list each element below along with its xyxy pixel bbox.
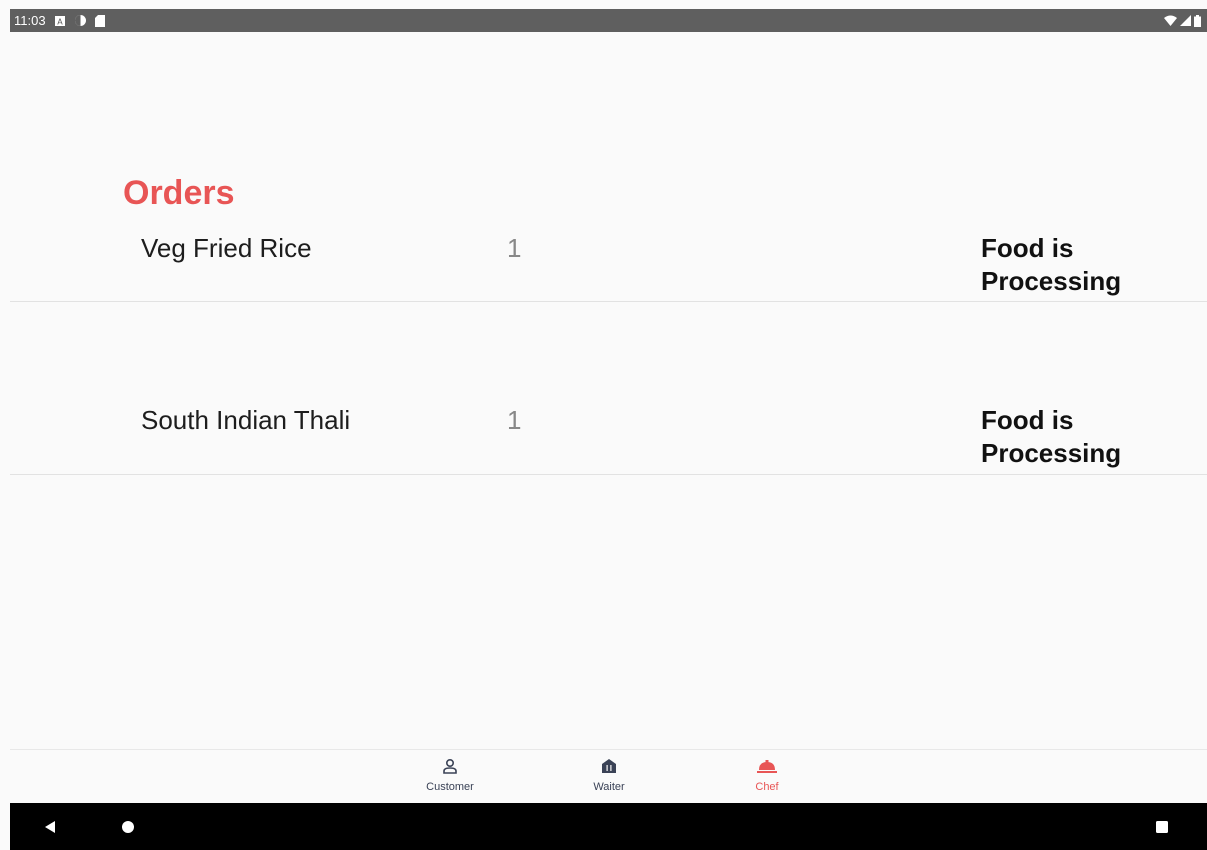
- nav-tab-waiter[interactable]: Waiter: [569, 758, 649, 793]
- svg-text:A: A: [57, 17, 63, 26]
- restaurant-icon: [601, 758, 617, 777]
- signal-icon: [1180, 15, 1191, 26]
- order-row[interactable]: Veg Fried Rice 1 Food is Processing: [10, 232, 1207, 302]
- cloche-icon: [757, 758, 777, 777]
- system-navigation-bar: [10, 803, 1207, 850]
- wifi-icon: [1164, 15, 1177, 26]
- status-right: [1164, 14, 1207, 27]
- data-saver-icon: [74, 14, 87, 27]
- a-notification-icon: A: [54, 15, 66, 27]
- status-left: 11:03 A: [10, 13, 105, 28]
- home-icon[interactable]: [118, 817, 138, 837]
- nav-label-waiter: Waiter: [593, 781, 625, 793]
- recents-icon[interactable]: [1152, 817, 1172, 837]
- order-item-name: Veg Fried Rice: [141, 233, 312, 263]
- main-content: Orders Veg Fried Rice 1 Food is Processi…: [0, 32, 1207, 749]
- nav-tab-customer[interactable]: Customer: [410, 758, 490, 793]
- nav-tab-chef[interactable]: Chef: [727, 758, 807, 793]
- nav-label-customer: Customer: [426, 781, 474, 793]
- order-row[interactable]: South Indian Thali 1 Food is Processing: [10, 404, 1207, 475]
- order-item-status: Food is Processing: [981, 405, 1122, 468]
- bottom-navigation: Customer Waiter Chef: [10, 749, 1207, 804]
- page-title: Orders: [123, 174, 235, 212]
- order-item-status: Food is Processing: [981, 233, 1122, 296]
- order-item-name: South Indian Thali: [141, 405, 351, 435]
- back-icon[interactable]: [40, 817, 60, 837]
- order-item-quantity: 1: [507, 405, 522, 435]
- nav-label-chef: Chef: [755, 781, 779, 793]
- order-item-quantity: 1: [507, 233, 522, 263]
- battery-icon: [1194, 14, 1201, 27]
- status-bar: 11:03 A: [10, 9, 1207, 32]
- sd-card-icon: [94, 14, 105, 27]
- status-time: 11:03: [14, 13, 46, 28]
- person-icon: [442, 758, 458, 777]
